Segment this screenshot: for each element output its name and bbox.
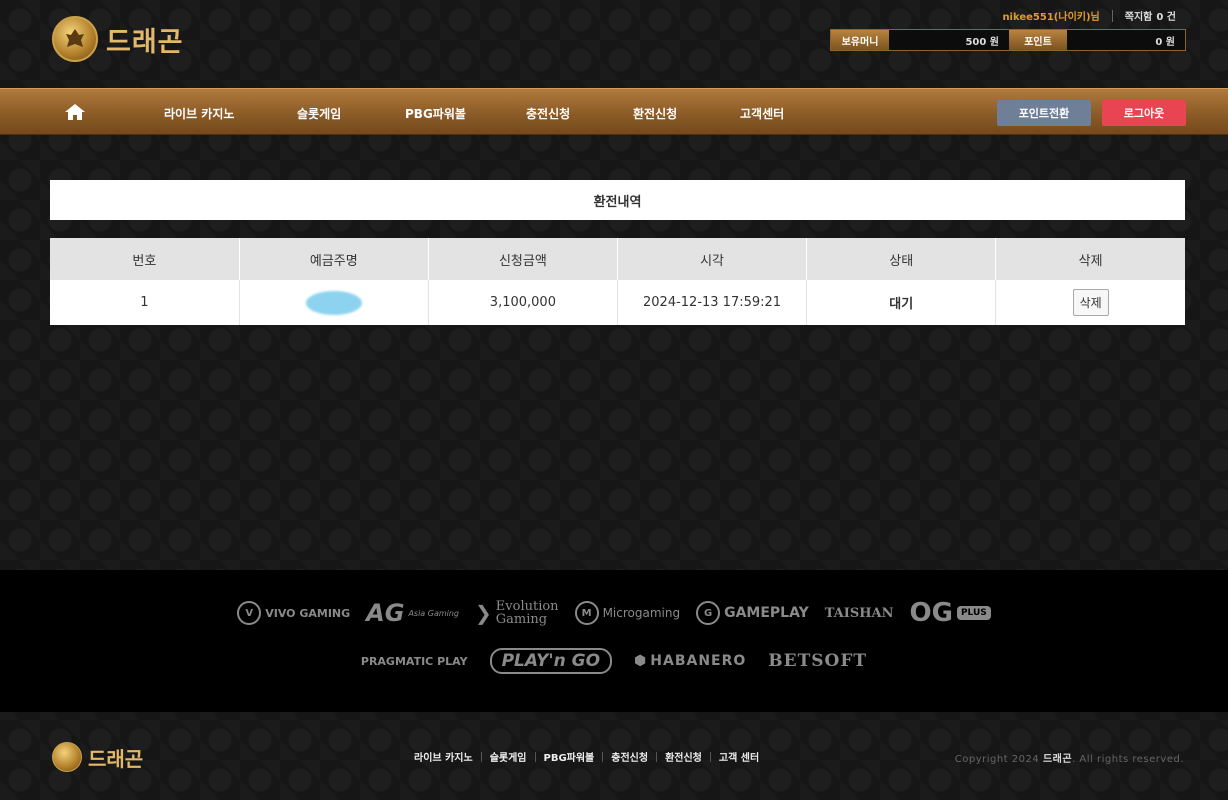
divider xyxy=(656,751,658,762)
og-plus-text: PLUS xyxy=(956,606,991,620)
partner-logos: V VIVO GAMING AG Asia Gaming ❯ Evolution… xyxy=(0,570,1228,712)
partner-row-1: V VIVO GAMING AG Asia Gaming ❯ Evolution… xyxy=(0,598,1228,628)
footer-brand-name: 드래곤 xyxy=(88,746,144,771)
habanero-text: HABANERO xyxy=(650,653,747,669)
cell-time: 2024-12-13 17:59:21 xyxy=(617,280,808,325)
money-label: 보유머니 xyxy=(831,30,889,50)
partner-row-2: PRAGMATIC PLAY PLAY'n GO ⬢ HABANERO BETS… xyxy=(0,648,1228,674)
nav-item-live-casino[interactable]: 라이브 카지노 xyxy=(164,105,234,122)
pragmatic-play-logo: PRAGMATIC PLAY xyxy=(360,654,468,668)
nav-item-customer-center[interactable]: 고객센터 xyxy=(740,105,784,122)
footer-links: 라이브 카지노 슬롯게임 PBG파워볼 충전신청 환전신청 고객 센터 xyxy=(414,749,759,764)
point-value: 0 원 xyxy=(1067,30,1185,50)
footer-link-pbg-powerball[interactable]: PBG파워볼 xyxy=(544,749,595,764)
brand-logo[interactable]: 드래곤 xyxy=(52,16,184,62)
messages-link[interactable]: 쪽지함 xyxy=(1125,8,1153,23)
copyright: Copyright 2024 드래곤. All rights reserved. xyxy=(955,750,1184,765)
microgaming-logo: M Microgaming xyxy=(574,601,681,625)
cell-status: 대기 xyxy=(806,280,997,325)
footer-brand-logo[interactable]: 드래곤 xyxy=(52,742,143,772)
gameplay-logo: G GAMEPLAY xyxy=(696,601,809,625)
main-nav: 라이브 카지노 슬롯게임 PBG파워볼 충전신청 환전신청 고객센터 포인트전환… xyxy=(0,88,1228,135)
balance-box: 보유머니 500 원 포인트 0 원 xyxy=(830,29,1186,51)
messages-count: 0 건 xyxy=(1156,12,1176,23)
vivo-text: VIVO GAMING xyxy=(265,606,351,620)
cell-number: 1 xyxy=(50,280,240,325)
cell-delete: 삭제 xyxy=(996,280,1185,325)
footer-link-customer-center[interactable]: 고객 센터 xyxy=(719,749,759,764)
divider xyxy=(534,751,536,762)
top-header: 드래곤 nikee551(나이키)님 쪽지함 0 건 보유머니 500 원 포인… xyxy=(0,0,1228,88)
asia-gaming-logo: AG Asia Gaming xyxy=(366,599,459,627)
username[interactable]: nikee551(나이키)님 xyxy=(1002,8,1099,23)
nav-item-deposit[interactable]: 충전신청 xyxy=(526,105,570,122)
col-account-holder: 예금주명 xyxy=(239,238,429,280)
ag-sub-text: Asia Gaming xyxy=(408,608,460,618)
copyright-suffix: . All rights reserved. xyxy=(1072,754,1184,765)
footer-link-withdraw[interactable]: 환전신청 xyxy=(665,749,702,764)
ag-text: AG xyxy=(366,599,405,627)
nav-item-withdraw[interactable]: 환전신청 xyxy=(633,105,677,122)
brand-name: 드래곤 xyxy=(106,26,184,58)
col-amount: 신청금액 xyxy=(428,238,618,280)
divider xyxy=(709,751,711,762)
point-convert-button[interactable]: 포인트전환 xyxy=(997,100,1091,126)
vivo-gaming-logo: V VIVO GAMING xyxy=(237,601,350,625)
nav-item-slot-game[interactable]: 슬롯게임 xyxy=(297,105,341,122)
divider xyxy=(480,751,482,762)
taishan-logo: TAISHAN xyxy=(824,605,894,621)
nav-item-pbg-powerball[interactable]: PBG파워볼 xyxy=(405,105,466,122)
col-number: 번호 xyxy=(50,238,240,280)
withdraw-history-table: 번호 예금주명 신청금액 시각 상태 삭제 1 3,100,000 2024-1… xyxy=(50,238,1185,325)
footer-link-deposit[interactable]: 충전신청 xyxy=(611,749,648,764)
microgaming-text: Microgaming xyxy=(602,606,681,620)
habanero-logo: ⬢ HABANERO xyxy=(634,653,746,669)
gameplay-text: GAMEPLAY xyxy=(724,605,809,621)
og-text: OG xyxy=(909,598,953,628)
habanero-mark-icon: ⬢ xyxy=(634,653,647,669)
divider xyxy=(1111,9,1113,22)
copyright-brand: 드래곤 xyxy=(1042,754,1073,765)
point-label: 포인트 xyxy=(1009,30,1067,50)
copyright-prefix: Copyright 2024 xyxy=(954,754,1040,765)
playngo-logo: PLAY'n GO xyxy=(489,648,613,674)
col-delete: 삭제 xyxy=(995,238,1185,280)
money-value: 500 원 xyxy=(889,30,1009,50)
delete-button[interactable]: 삭제 xyxy=(1072,289,1109,316)
home-icon[interactable] xyxy=(64,103,86,121)
footer: 드래곤 라이브 카지노 슬롯게임 PBG파워볼 충전신청 환전신청 고객 센터 … xyxy=(0,712,1228,800)
divider xyxy=(602,751,604,762)
table-header-row: 번호 예금주명 신청금액 시각 상태 삭제 xyxy=(50,238,1185,280)
cell-amount: 3,100,000 xyxy=(428,280,618,325)
footer-dragon-emblem-icon xyxy=(52,742,82,772)
og-plus-logo: OG PLUS xyxy=(910,598,991,628)
page-title: 환전내역 xyxy=(50,180,1185,220)
cell-account-holder xyxy=(239,280,429,325)
user-info: nikee551(나이키)님 쪽지함 0 건 xyxy=(1002,8,1176,23)
col-status: 상태 xyxy=(806,238,997,280)
table-row: 1 3,100,000 2024-12-13 17:59:21 대기 삭제 xyxy=(50,280,1185,325)
gameplay-mark-icon: G xyxy=(696,601,721,625)
dragon-emblem-icon xyxy=(52,16,98,62)
vivo-mark-icon: V xyxy=(237,601,262,625)
evolution-text: Evolution Gaming xyxy=(496,600,559,626)
microgaming-mark-icon: M xyxy=(574,601,599,625)
betsoft-logo: BETSOFT xyxy=(768,651,868,671)
col-time: 시각 xyxy=(617,238,808,280)
evolution-logo: ❯ Evolution Gaming xyxy=(475,600,559,626)
evolution-mark-icon: ❯ xyxy=(475,601,492,625)
logout-button[interactable]: 로그아웃 xyxy=(1102,100,1186,126)
footer-link-live-casino[interactable]: 라이브 카지노 xyxy=(414,749,473,764)
footer-link-slot-game[interactable]: 슬롯게임 xyxy=(490,749,527,764)
redacted-name xyxy=(305,290,362,315)
evolution-sub: Gaming xyxy=(495,612,548,627)
